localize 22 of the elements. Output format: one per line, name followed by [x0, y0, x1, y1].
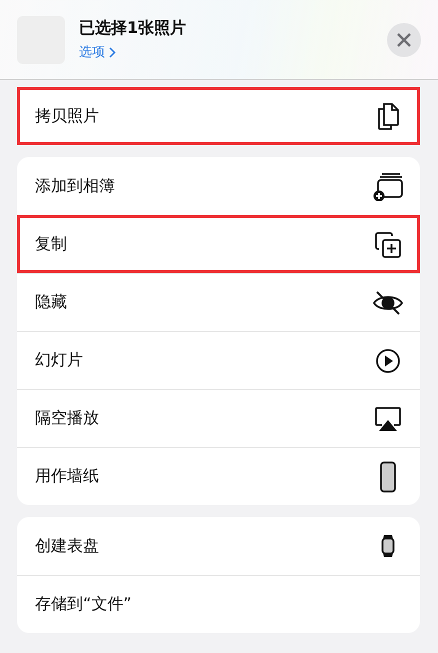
- action-item[interactable]: 隐藏: [17, 273, 420, 331]
- copy-icon: [376, 102, 400, 130]
- action-item[interactable]: 添加到相簿: [17, 157, 420, 215]
- action-item[interactable]: 隔空播放: [17, 389, 420, 447]
- options-link[interactable]: 选项: [79, 43, 116, 61]
- header-title: 已选择1张照片: [79, 18, 188, 39]
- action-item[interactable]: 复制: [17, 215, 420, 273]
- add-to-album-icon: [372, 171, 404, 201]
- chevron-icon: [109, 46, 116, 58]
- action-item[interactable]: 用作墙纸: [17, 447, 420, 505]
- action-item[interactable]: 创建表盘: [17, 517, 420, 575]
- hidden-eye-icon: [372, 290, 404, 316]
- close-button[interactable]: [387, 22, 421, 56]
- watch-icon: [381, 534, 395, 558]
- action-item[interactable]: 存储到“文件”: [17, 575, 420, 633]
- phone-icon: [379, 460, 397, 492]
- action-item[interactable]: 幻灯片: [17, 331, 420, 389]
- close-icon: [397, 32, 411, 46]
- airplay-icon: [373, 404, 403, 432]
- duplicate-icon: [374, 230, 402, 258]
- play-icon: [375, 348, 401, 374]
- action-item[interactable]: 拷贝照片: [17, 87, 420, 145]
